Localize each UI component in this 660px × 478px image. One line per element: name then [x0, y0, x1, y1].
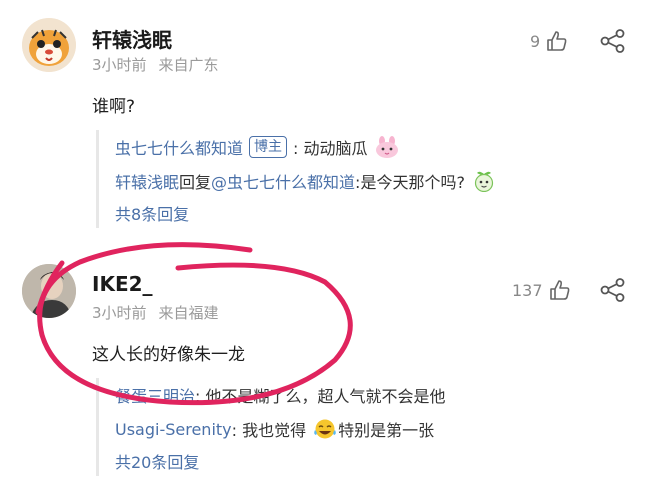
reply-author[interactable]: Usagi-Serenity: [115, 420, 232, 439]
laughing-tears-emoji-icon: [314, 419, 336, 439]
photo-avatar-icon: [22, 264, 76, 318]
reply-author[interactable]: 餐蛋三明治: [115, 383, 195, 407]
like-count: 137: [512, 280, 543, 300]
avatar[interactable]: [22, 264, 76, 318]
view-more-replies[interactable]: 共20条回复: [115, 446, 615, 476]
comment-text: 这人长的好像朱一龙: [92, 345, 245, 365]
comment-2: IKE2_ 3小时前 来自福建 137 这人长的好像朱一龙 餐蛋三明治 : 他不是…: [0, 0, 660, 478]
reply-item[interactable]: 餐蛋三明治 : 他不是糊了么，超人气就不会是他: [115, 378, 615, 412]
reply-item[interactable]: Usagi-Serenity : 我也觉得 特别是第一张: [115, 412, 615, 446]
reply-text: : 他不是糊了么，超人气就不会是他: [195, 387, 446, 406]
comment-meta: 3小时前 来自福建: [92, 302, 219, 323]
like-button[interactable]: 137: [512, 279, 571, 301]
share-icon: [600, 278, 625, 302]
reply-text-continued: 特别是第一张: [338, 421, 435, 440]
user-name[interactable]: IKE2_: [92, 272, 153, 296]
timestamp: 3小时前: [92, 304, 147, 322]
location: 来自福建: [158, 304, 219, 322]
reply-text: : 我也觉得: [231, 421, 307, 440]
reply-list: 餐蛋三明治 : 他不是糊了么，超人气就不会是他 Usagi-Serenity :…: [96, 378, 615, 476]
thumbs-up-icon: [549, 280, 569, 300]
share-button[interactable]: [600, 278, 626, 306]
